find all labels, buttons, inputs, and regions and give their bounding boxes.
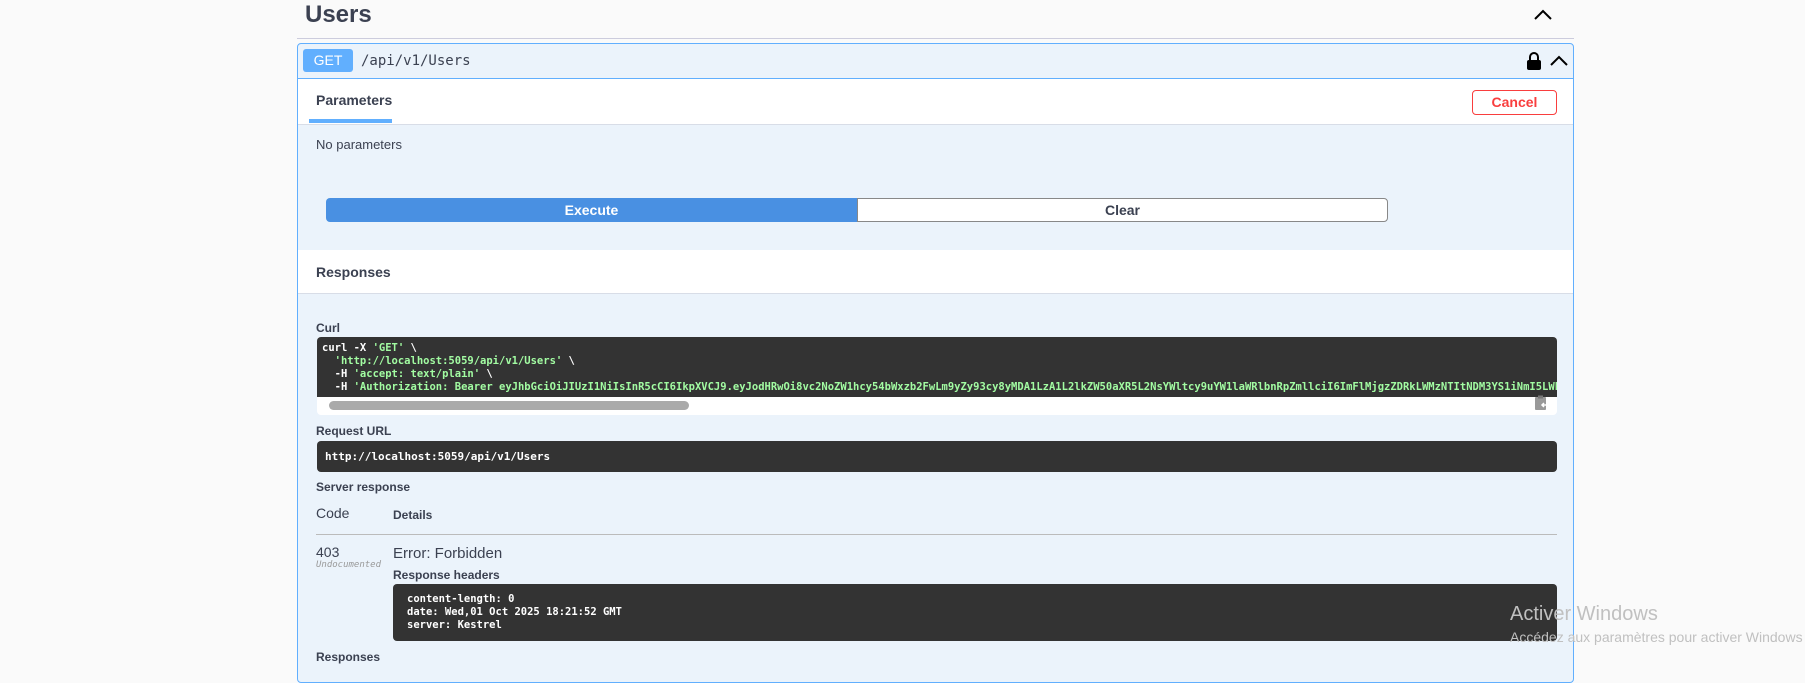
tab-bar: Parameters Cancel xyxy=(298,79,1573,125)
divider xyxy=(297,38,1574,39)
code-text: curl -X xyxy=(322,342,373,354)
response-code: 403 xyxy=(316,544,340,560)
curl-code[interactable]: curl -X 'GET' \ 'http://localhost:5059/a… xyxy=(317,337,1557,397)
code-text: \ xyxy=(480,368,493,380)
activation-watermark-subtitle: Accédez aux paramètres pour activer Wind… xyxy=(1510,629,1803,645)
code-text: 'Authorization: Bearer eyJhbGciOiJIUzI1N… xyxy=(353,381,1557,393)
operation-block: GET /api/v1/Users Parameters Cancel No p… xyxy=(297,43,1574,683)
tag-title[interactable]: Users xyxy=(305,0,372,30)
curl-label: Curl xyxy=(316,321,340,335)
no-parameters-text: No parameters xyxy=(316,137,402,152)
response-code-note: Undocumented xyxy=(316,560,382,570)
request-url-value: http://localhost:5059/api/v1/Users xyxy=(317,441,1557,472)
code-text: -H xyxy=(322,381,354,393)
server-response-label: Server response xyxy=(316,480,411,494)
tab-parameters[interactable]: Parameters xyxy=(316,92,392,108)
method-badge: GET xyxy=(303,49,353,72)
response-error: Error: Forbidden xyxy=(393,545,503,562)
cancel-button[interactable]: Cancel xyxy=(1472,90,1557,115)
activation-watermark-title: Activer Windows xyxy=(1510,603,1658,625)
details-header: Details xyxy=(393,508,433,522)
operation-summary[interactable]: GET /api/v1/Users xyxy=(298,44,1573,79)
responses-title: Responses xyxy=(316,264,391,280)
execute-button[interactable]: Execute xyxy=(326,198,857,222)
code-header: Code xyxy=(316,505,350,521)
code-text: \ xyxy=(562,355,575,367)
copy-to-clipboard-icon[interactable] xyxy=(1533,395,1549,411)
chevron-up-icon[interactable] xyxy=(1532,4,1554,26)
request-url-label: Request URL xyxy=(316,424,392,438)
responses-header: Responses xyxy=(298,250,1573,294)
responses-label: Responses xyxy=(316,650,381,664)
code-text: 'GET' xyxy=(372,342,405,354)
response-headers-label: Response headers xyxy=(393,568,500,582)
code-text: 'http://localhost:5059/api/v1/Users' xyxy=(322,355,563,367)
horizontal-scrollbar[interactable] xyxy=(329,401,689,410)
response-headers: content-length: 0 date: Wed,01 Oct 2025 … xyxy=(393,584,1557,641)
curl-block: curl -X 'GET' \ 'http://localhost:5059/a… xyxy=(317,337,1557,415)
tab-underline xyxy=(309,119,392,123)
code-text: \ xyxy=(404,342,417,354)
code-text: -H xyxy=(322,368,354,380)
divider xyxy=(316,534,1557,535)
code-text: 'accept: text/plain' xyxy=(353,368,481,380)
chevron-up-icon[interactable] xyxy=(1548,50,1570,72)
operation-path: /api/v1/Users xyxy=(361,53,471,69)
lock-icon[interactable] xyxy=(1526,51,1542,71)
clear-button[interactable]: Clear xyxy=(857,198,1388,222)
